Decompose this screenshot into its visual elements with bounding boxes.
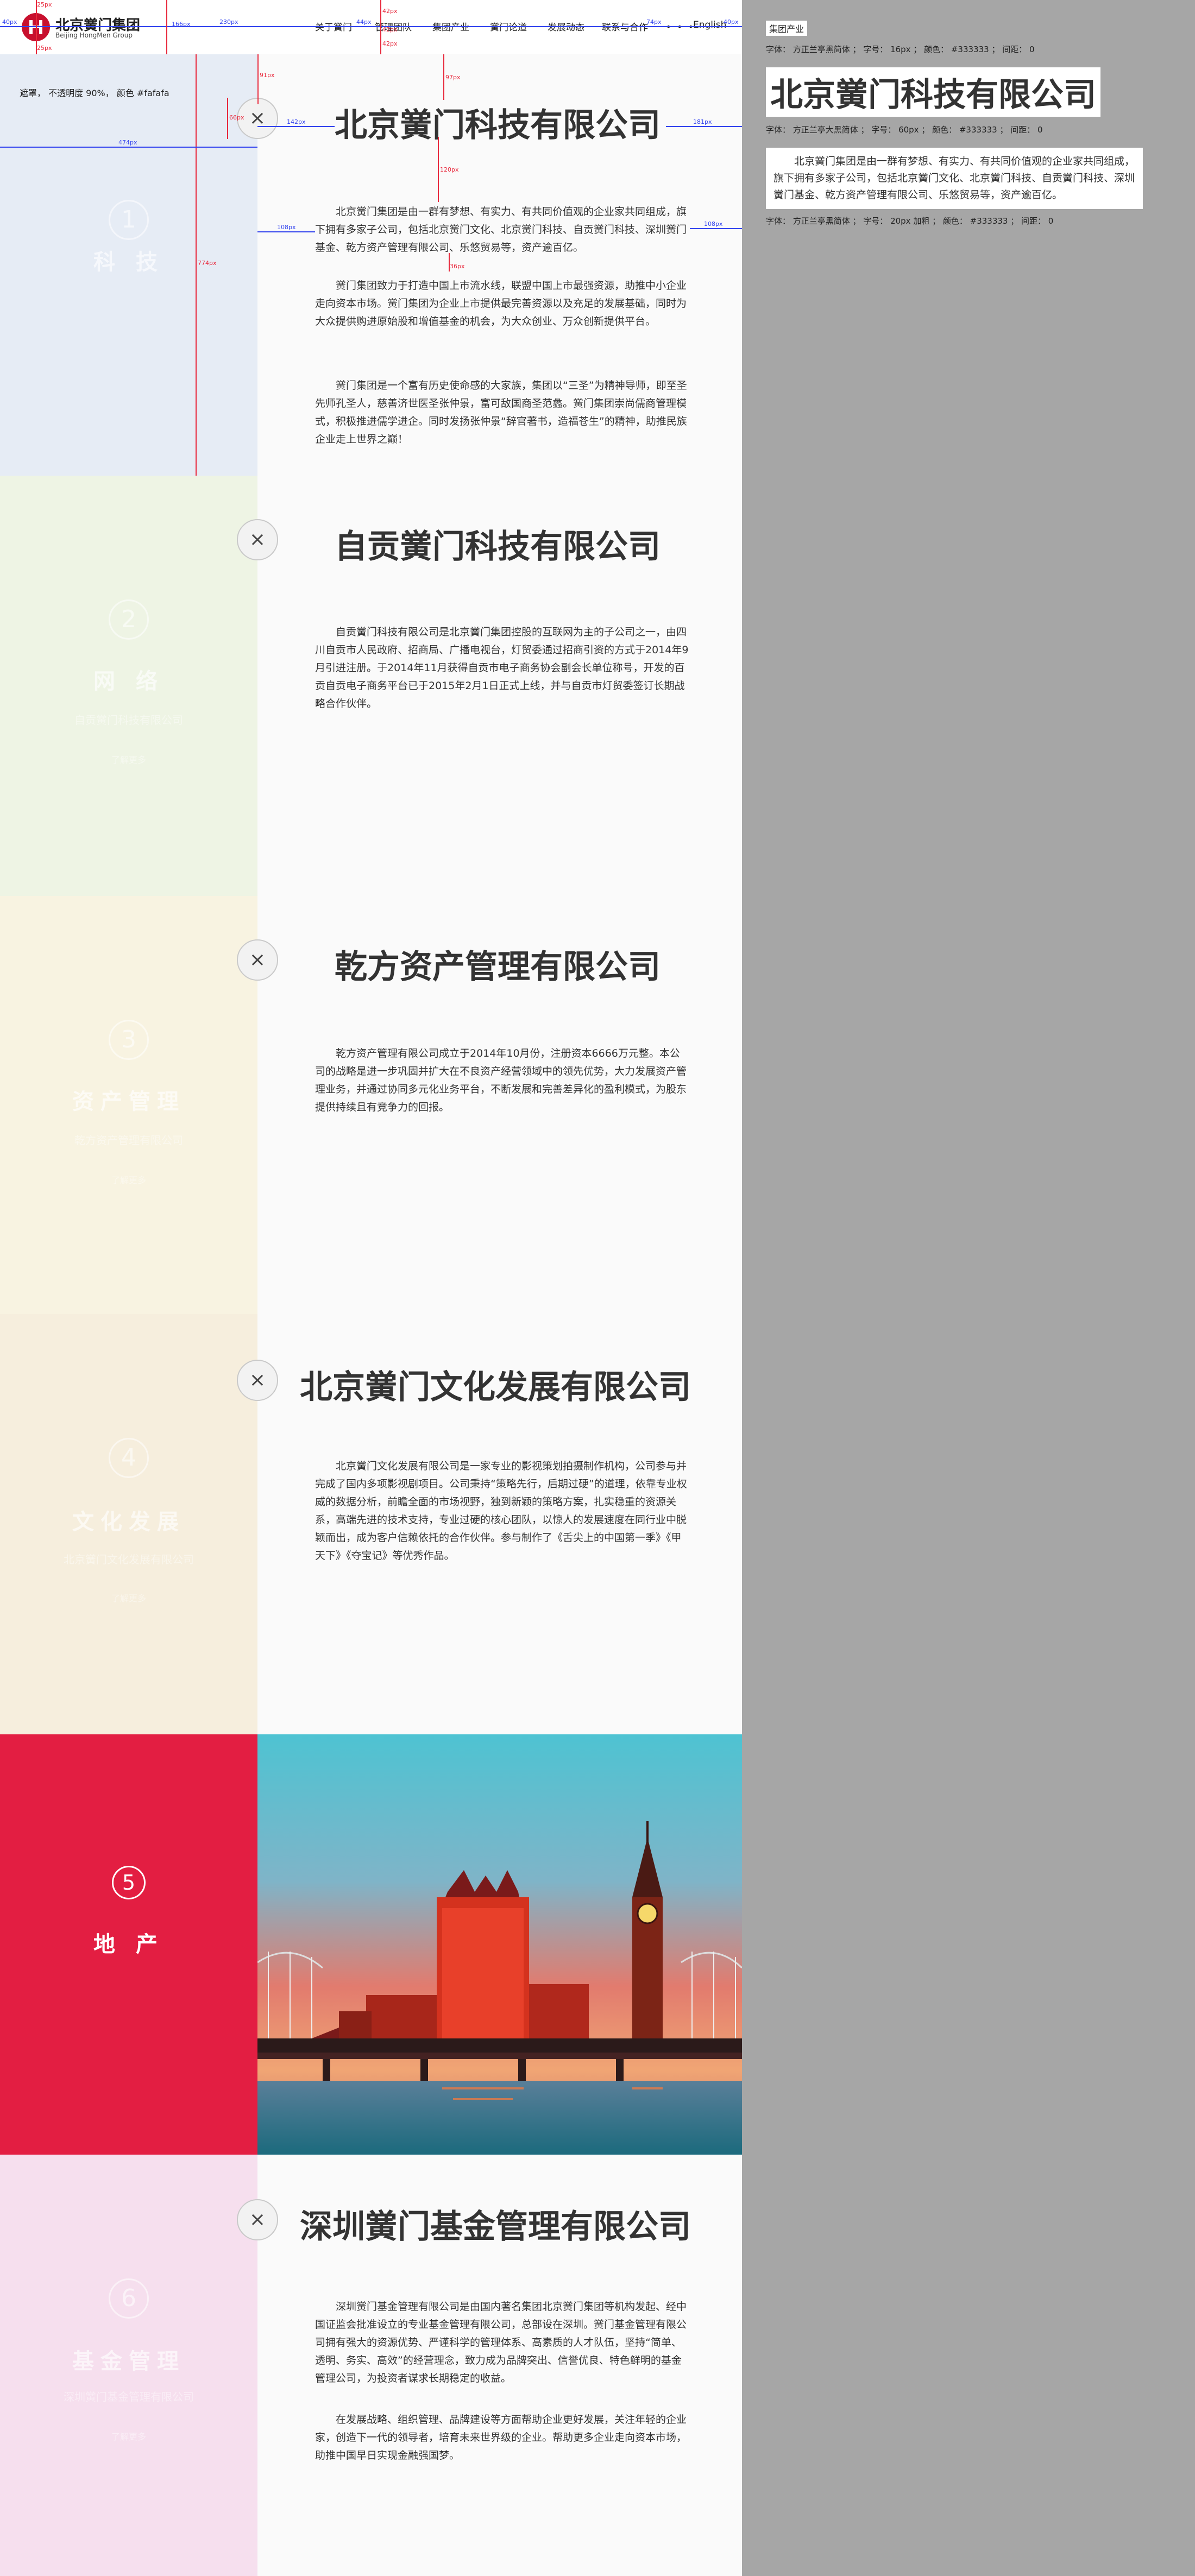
guide-line xyxy=(257,126,335,127)
guide-vline xyxy=(227,98,228,139)
section-number-badge: 5 xyxy=(112,1866,146,1899)
guide-label: 44px xyxy=(356,18,372,26)
guide-label: 25px xyxy=(37,45,52,52)
guide-label: 40px xyxy=(724,18,739,26)
guide-label: 66px xyxy=(229,114,244,121)
guide-label: 97px xyxy=(445,74,461,81)
guide-line xyxy=(666,126,742,127)
guide-vline xyxy=(257,54,259,104)
logo-english-name: Beijing HongMen Group xyxy=(55,31,133,39)
guide-label: 120px xyxy=(440,166,459,173)
sidebar-section-culture[interactable]: 4 文化发展 北京黉门文化发展有限公司 了解更多 xyxy=(0,1314,257,1734)
spec-sample-paragraph: 北京黉门集团是由一群有梦想、有实力、有共同价值观的企业家共同组成，旗下拥有多家子… xyxy=(766,148,1143,209)
guide-label: 91px xyxy=(260,72,275,79)
guide-label: 108px xyxy=(277,224,296,231)
spec-line-body-font: 字体： 方正兰亭黑简体 ； 字号： 20px 加粗 ； 颜色： #333333 … xyxy=(766,216,1054,226)
learn-more-link[interactable]: 了解更多 xyxy=(0,2429,257,2442)
section-number-badge: 4 xyxy=(109,1438,149,1478)
guide-label: 25px xyxy=(37,1,52,8)
sidebar-section-asset[interactable]: 3 资产管理 乾方资产管理有限公司 了解更多 xyxy=(0,896,257,1314)
spec-panel-background xyxy=(742,0,1195,2576)
section-subtitle: 乾方资产管理有限公司 xyxy=(74,1134,183,1147)
spec-line-title-font: 字体： 方正兰亭大黑简体 ； 字号： 60px ； 颜色： #333333 ； … xyxy=(766,125,1043,135)
company-title-zigong: 自贡黉门科技有限公司 xyxy=(335,528,661,566)
guide-line xyxy=(690,228,742,229)
company-desc-1: 深圳黉门基金管理有限公司是由国内著名集团北京黉门集团等机构发起、经中国证监会批准… xyxy=(315,2301,687,2384)
sidebar-section-realestate[interactable]: 5 地 产 xyxy=(0,1734,257,2155)
guide-label: 774px xyxy=(198,260,217,267)
section-number-badge: 3 xyxy=(109,1020,149,1060)
company-desc: 乾方资产管理有限公司成立于2014年10月份，注册资本6666万元整。本公司的战… xyxy=(315,1047,687,1113)
guide-label: 474px xyxy=(118,139,137,146)
section-subtitle: 深圳黉门基金管理有限公司 xyxy=(64,2390,194,2403)
learn-more-link[interactable]: 了解更多 xyxy=(0,753,257,766)
section-subtitle: 北京黉门文化发展有限公司 xyxy=(64,1553,194,1566)
guide-line-sidebar xyxy=(0,147,257,148)
section-title: 网 络 xyxy=(93,669,164,694)
guide-label: 166px xyxy=(172,21,191,28)
sidebar-section-network[interactable]: 2 网 络 自贡黉门科技有限公司 了解更多 xyxy=(0,476,257,896)
spec-sample-title: 北京黉门科技有限公司 xyxy=(766,67,1100,117)
section-title: 资产管理 xyxy=(72,1089,185,1114)
close-icon[interactable]: × xyxy=(237,519,278,560)
section-number-badge: 2 xyxy=(109,599,149,640)
section-title: 科 技 xyxy=(93,250,164,275)
guide-label: 42px xyxy=(382,26,398,33)
company-title-fund: 深圳黉门基金管理有限公司 xyxy=(300,2208,691,2246)
london-cityscape-image xyxy=(257,1734,742,2155)
guide-label: 74px xyxy=(646,18,662,26)
guide-vline xyxy=(438,137,439,202)
section-subtitle: 自贡黉门科技有限公司 xyxy=(74,714,183,727)
guide-label: 42px xyxy=(382,40,398,47)
section-title: 地 产 xyxy=(93,1932,164,1957)
guide-label: 36px xyxy=(450,263,465,270)
company-desc-3: 黉门集团是一个富有历史使命感的大家族，集团以“三圣”为精神导师，即至圣先师孔圣人… xyxy=(315,380,687,445)
company-desc-2: 黉门集团致力于打造中国上市流水线，联盟中国上市最强资源，助推中小企业走向资本市场… xyxy=(315,280,687,327)
section-title: 文化发展 xyxy=(72,1510,185,1535)
spec-line-nav-font: 字体： 方正兰亭黑简体 ； 字号： 16px ； 颜色： #333333 ； 间… xyxy=(766,45,1035,54)
guide-vline xyxy=(196,54,197,476)
guide-label: 42px xyxy=(382,8,398,15)
section-number-badge: 6 xyxy=(109,2278,149,2319)
company-desc: 自贡黉门科技有限公司是北京黉门集团控股的互联网为主的子公司之一，由四川自贡市人民… xyxy=(315,626,689,710)
company-desc-1: 北京黉门集团是由一群有梦想、有实力、有共同价值观的企业家共同组成，旗下拥有多家子… xyxy=(315,206,687,254)
guide-vline xyxy=(380,0,381,54)
sidebar-section-fund[interactable]: 6 基金管理 深圳黉门基金管理有限公司 了解更多 xyxy=(0,2155,257,2576)
learn-more-link[interactable]: 了解更多 xyxy=(0,1173,257,1186)
company-desc-2: 在发展战略、组织管理、品牌建设等方面帮助企业更好发展，关注年轻的企业家，创造下一… xyxy=(315,2414,687,2461)
guide-label: 142px xyxy=(287,118,306,125)
guide-vline xyxy=(443,54,444,100)
close-icon[interactable]: × xyxy=(237,2199,278,2240)
close-icon[interactable]: × xyxy=(237,1360,278,1401)
section-title: 基金管理 xyxy=(72,2349,185,2374)
site-header: 北京黉门集团 Beijing HongMen Group 关于黉门 管理团队 集… xyxy=(0,0,742,54)
sidebar-section-tech[interactable]: 1 科 技 xyxy=(0,54,257,476)
section-number-badge: 1 xyxy=(109,200,149,240)
language-switch[interactable]: English xyxy=(693,20,726,30)
close-icon[interactable]: × xyxy=(237,939,278,981)
guide-label: 230px xyxy=(219,18,238,26)
learn-more-link[interactable]: 了解更多 xyxy=(0,1591,257,1604)
company-title-qianfang: 乾方资产管理有限公司 xyxy=(335,948,661,986)
guide-label: 40px xyxy=(2,18,17,26)
guide-line-header xyxy=(0,26,742,27)
guide-vline xyxy=(166,0,167,54)
company-title-tech: 北京黉门科技有限公司 xyxy=(335,106,661,144)
company-desc: 北京黉门文化发展有限公司是一家专业的影视策划拍摄制作机构，公司参与并完成了国内多… xyxy=(315,1460,687,1562)
spec-tag: 集团产业 xyxy=(766,21,808,36)
guide-label: 108px xyxy=(704,220,723,228)
guide-line xyxy=(257,231,315,232)
guide-label: 181px xyxy=(693,118,712,125)
mask-annotation: 遮罩， 不透明度 90%， 颜色 #fafafa xyxy=(20,88,169,98)
company-title-culture: 北京黉门文化发展有限公司 xyxy=(300,1368,691,1406)
